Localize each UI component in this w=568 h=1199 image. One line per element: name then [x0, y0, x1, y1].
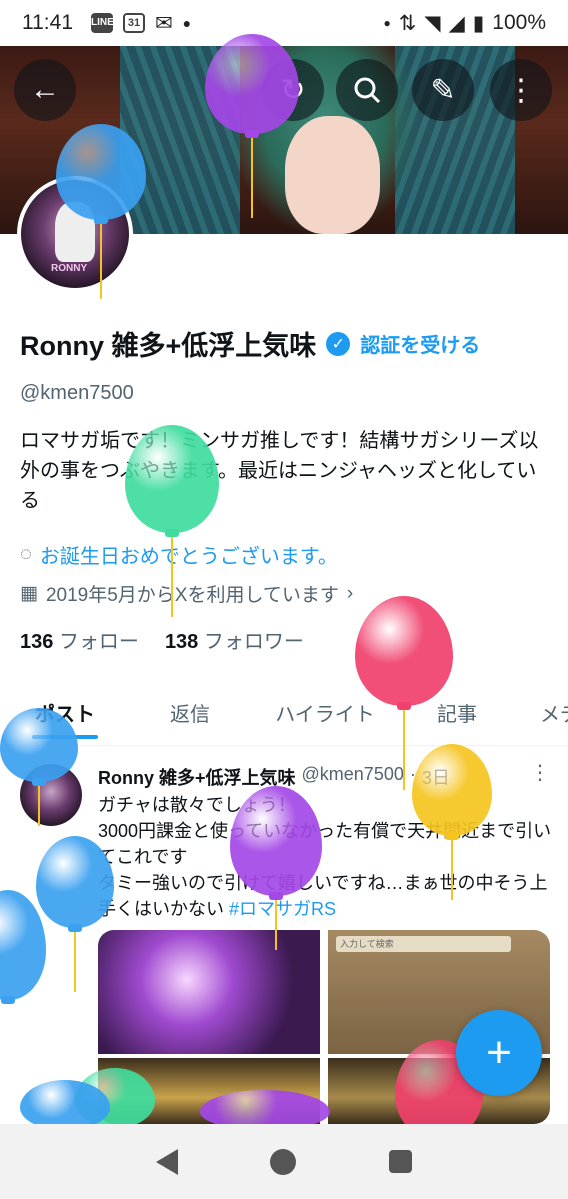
balloon-icon — [20, 1080, 110, 1134]
profile-name: Ronny 雑多+低浮上気味 — [20, 331, 317, 361]
following-link[interactable]: 136 フォロー — [20, 625, 139, 654]
follow-stats: 136 フォロー 138 フォロワー — [20, 625, 304, 654]
calendar-icon: 31 — [123, 13, 145, 33]
birthday-row: ◌ お誕生日おめでとうございます。 — [20, 540, 338, 569]
balloon-icon: ◌ — [20, 543, 32, 565]
nav-home-icon[interactable] — [270, 1148, 297, 1175]
search-button[interactable] — [336, 59, 398, 121]
tab-media[interactable]: メデ — [540, 686, 568, 739]
edit-icon: ✎ — [430, 73, 456, 107]
verified-badge-icon: ✓ — [326, 331, 351, 356]
tweet-image[interactable] — [98, 930, 320, 1054]
profile-tabs: ポスト 返信 ハイライト 記事 メデ — [0, 686, 568, 746]
balloon-icon — [230, 786, 322, 950]
chevron-right-icon: › — [346, 582, 354, 604]
joined-row[interactable]: ▦ 2019年5月からXを利用しています › — [20, 580, 353, 607]
balloon-icon — [36, 836, 114, 992]
mail-icon: ✉ — [155, 11, 173, 35]
calendar-icon: ▦ — [20, 583, 38, 604]
search-icon — [354, 77, 381, 104]
android-nav-bar — [0, 1124, 568, 1199]
compose-button[interactable]: + — [456, 1010, 542, 1096]
banner-art-face — [285, 116, 380, 234]
balloon-icon — [412, 744, 492, 900]
balloon-icon — [125, 425, 219, 617]
birthday-text: お誕生日おめでとうございます。 — [39, 546, 338, 568]
wifi-icon: ◥ — [424, 11, 441, 35]
back-button[interactable]: ← — [14, 59, 76, 121]
followers-link[interactable]: 138 フォロワー — [165, 625, 304, 654]
system-icons: ● ⇅ ◥ ◢ ▮ 100% — [384, 11, 546, 36]
profile-handle: @kmen7500 — [20, 382, 134, 404]
balloon-icon — [56, 124, 146, 299]
tweet-more-icon[interactable]: ⋮ — [530, 760, 550, 785]
dot-icon: ● — [182, 15, 192, 31]
more-icon: ⋮ — [506, 73, 536, 107]
joined-text: 2019年5月からXを利用しています — [45, 585, 339, 606]
back-icon: ← — [30, 73, 60, 106]
avatar-caption: RONNY — [51, 263, 88, 274]
more-button[interactable]: ⋮ — [490, 59, 552, 121]
battery-level: 100% — [492, 11, 546, 34]
notification-icons: LINE 31 ✉ ● — [91, 11, 191, 36]
get-verified-link[interactable]: 認証を受ける — [360, 329, 480, 358]
followers-count: 138 — [164, 631, 199, 653]
profile-bio: ロマサガ垢です！ミンサガ推しです！結構サガシリーズ以外の事をつぶやきます。最近は… — [20, 430, 539, 512]
following-count: 136 — [20, 631, 54, 653]
tweet-hashtag[interactable]: #ロマサガRS — [229, 899, 336, 919]
dot-icon: ● — [383, 16, 391, 30]
following-label: フォロー — [58, 631, 139, 653]
balloon-icon — [205, 34, 299, 218]
followers-label: フォロワー — [203, 631, 304, 653]
battery-icon: ▮ — [472, 11, 485, 35]
status-time: 11:41 — [22, 11, 73, 34]
balloon-icon — [0, 708, 78, 826]
profile-name-row: Ronny 雑多+低浮上気味 ✓ 認証を受ける — [20, 324, 480, 363]
nav-back-icon[interactable] — [156, 1148, 179, 1175]
balloon-icon — [0, 890, 46, 1004]
cellular-icon: ◢ — [448, 11, 465, 35]
balloon-icon — [355, 596, 453, 790]
tab-replies[interactable]: 返信 — [160, 686, 220, 739]
signal-icon: ⇅ — [398, 11, 417, 35]
media-search-bar: 入力して検索 — [336, 936, 511, 952]
edit-profile-button[interactable]: ✎ — [412, 59, 474, 121]
nav-recents-icon[interactable] — [388, 1150, 412, 1173]
line-icon: LINE — [91, 13, 114, 33]
